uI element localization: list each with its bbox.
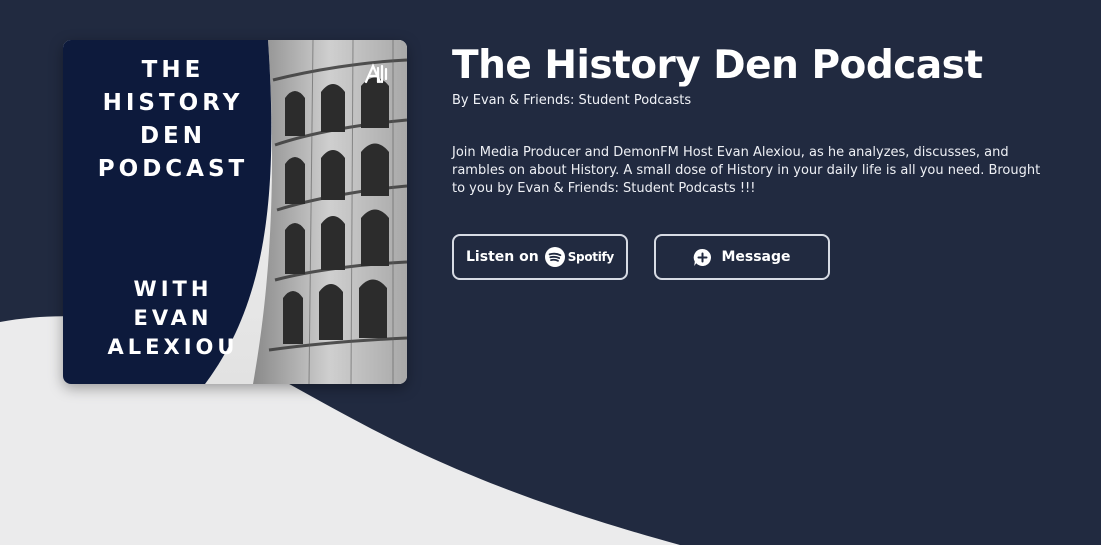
podcast-cover-art: THE HISTORY DEN PODCAST WITH EVAN ALEXIO… bbox=[63, 40, 407, 384]
spotify-brand: Spotify bbox=[544, 247, 615, 267]
cover-subtitle-line: ALEXIOU bbox=[107, 335, 239, 359]
podcast-author: By Evan & Friends: Student Podcasts bbox=[452, 93, 692, 108]
message-plus-icon bbox=[693, 248, 712, 267]
cover-title: THE HISTORY DEN PODCAST bbox=[63, 54, 283, 186]
spotify-label: Spotify bbox=[567, 250, 615, 264]
cover-subtitle: WITH EVAN ALEXIOU bbox=[63, 275, 283, 362]
podcast-title: The History Den Podcast bbox=[452, 43, 983, 88]
listen-on-label: Listen on bbox=[466, 249, 539, 265]
podcast-description: Join Media Producer and DemonFM Host Eva… bbox=[452, 145, 1041, 196]
message-button[interactable]: Message bbox=[654, 234, 830, 280]
message-label: Message bbox=[721, 249, 791, 265]
cover-subtitle-line: EVAN bbox=[133, 306, 213, 330]
listen-on-spotify-button[interactable]: Listen on Spotify bbox=[452, 234, 628, 280]
cover-title-line: HISTORY bbox=[102, 90, 244, 116]
cover-title-line: PODCAST bbox=[97, 156, 249, 182]
cover-title-line: THE bbox=[141, 57, 205, 83]
cover-title-line: DEN bbox=[139, 123, 207, 149]
anchor-logo-icon bbox=[364, 63, 388, 84]
spotify-icon bbox=[544, 247, 565, 267]
cover-subtitle-line: WITH bbox=[133, 277, 213, 301]
podcast-info: The History Den Podcast By Evan & Friend… bbox=[452, 40, 1052, 198]
